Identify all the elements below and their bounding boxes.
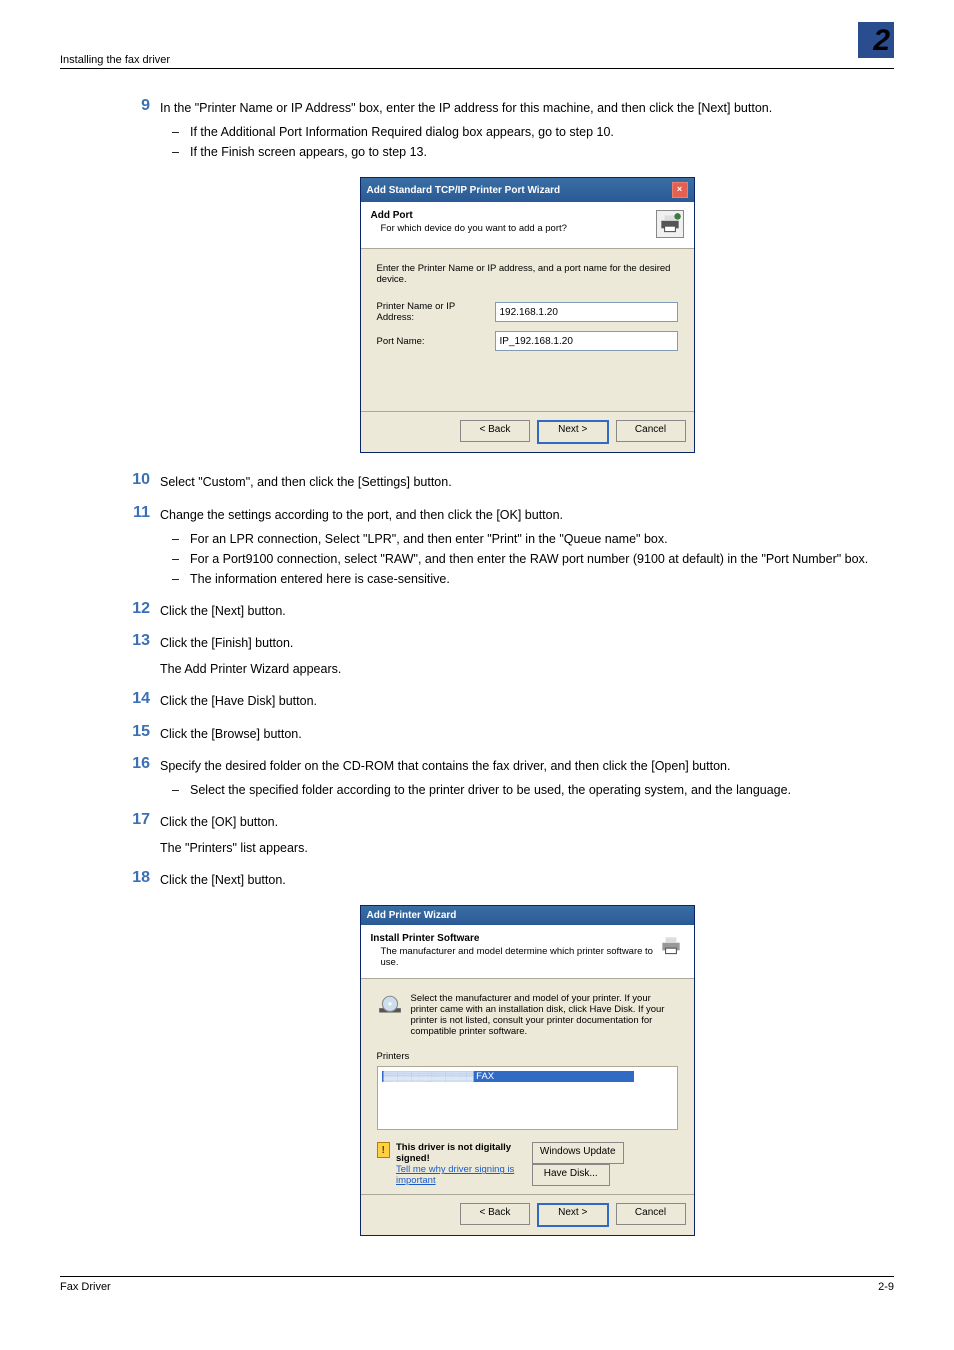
port-name-input[interactable] bbox=[495, 331, 678, 351]
add-printer-wizard-dialog: Add Printer Wizard Install Printer Softw… bbox=[160, 905, 894, 1236]
step-text: Click the [Next] button. bbox=[160, 602, 894, 620]
driver-warning-text: This driver is not digitally signed! bbox=[396, 1142, 511, 1164]
step-text: Specify the desired folder on the CD-ROM… bbox=[160, 757, 894, 775]
step-extra: The "Printers" list appears. bbox=[160, 839, 894, 857]
dialog-instruction: Enter the Printer Name or IP address, an… bbox=[377, 263, 678, 285]
step-11: 11 Change the settings according to the … bbox=[160, 506, 894, 589]
header-section-title: Installing the fax driver bbox=[60, 54, 170, 66]
step-text: In the "Printer Name or IP Address" box,… bbox=[160, 99, 894, 117]
step-12: 12 Click the [Next] button. bbox=[160, 602, 894, 620]
step-number: 14 bbox=[120, 690, 150, 708]
printer-name-label: Printer Name or IP Address: bbox=[377, 301, 495, 323]
step-15: 15 Click the [Browse] button. bbox=[160, 725, 894, 743]
step-text: Click the [OK] button. bbox=[160, 815, 278, 829]
have-disk-button[interactable]: Have Disk... bbox=[532, 1164, 610, 1186]
step-number: 10 bbox=[120, 471, 150, 489]
warning-icon: ! bbox=[377, 1142, 390, 1158]
step-number: 9 bbox=[120, 97, 150, 115]
printer-name-input[interactable] bbox=[495, 302, 678, 322]
step-extra: The Add Printer Wizard appears. bbox=[160, 660, 894, 678]
step-number: 17 bbox=[120, 811, 150, 829]
page-footer: Fax Driver 2-9 bbox=[60, 1276, 894, 1293]
step-9: 9 In the "Printer Name or IP Address" bo… bbox=[160, 99, 894, 161]
footer-page-number: 2-9 bbox=[878, 1281, 894, 1293]
step-subitem: If the Additional Port Information Requi… bbox=[160, 123, 894, 141]
cancel-button[interactable]: Cancel bbox=[616, 1203, 686, 1225]
dialog-subheading: For which device do you want to add a po… bbox=[381, 223, 567, 234]
dialog-heading: Add Port bbox=[371, 210, 413, 221]
step-number: 15 bbox=[120, 723, 150, 741]
step-text: Click the [Have Disk] button. bbox=[160, 692, 894, 710]
step-16: 16 Specify the desired folder on the CD-… bbox=[160, 757, 894, 799]
step-10: 10 Select "Custom", and then click the [… bbox=[160, 473, 894, 491]
disk-icon bbox=[377, 993, 403, 1037]
step-text: Change the settings according to the por… bbox=[160, 506, 894, 524]
header-chapter-badge: 2 bbox=[854, 30, 894, 66]
step-number: 11 bbox=[120, 504, 150, 522]
step-text: Click the [Next] button. bbox=[160, 871, 894, 889]
step-14: 14 Click the [Have Disk] button. bbox=[160, 692, 894, 710]
next-button[interactable]: Next > bbox=[537, 420, 609, 444]
step-text: Select "Custom", and then click the [Set… bbox=[160, 473, 894, 491]
printers-list-item: FAX bbox=[476, 1071, 494, 1082]
step-18: 18 Click the [Next] button. bbox=[160, 871, 894, 889]
next-button[interactable]: Next > bbox=[537, 1203, 609, 1227]
step-number: 18 bbox=[120, 869, 150, 887]
close-icon[interactable]: × bbox=[672, 182, 688, 198]
step-text: Click the [Browse] button. bbox=[160, 725, 894, 743]
step-text: Click the [Finish] button. bbox=[160, 636, 293, 650]
dialog-title: Add Printer Wizard bbox=[367, 910, 457, 921]
windows-update-button[interactable]: Windows Update bbox=[532, 1142, 624, 1164]
back-button[interactable]: < Back bbox=[460, 420, 530, 442]
back-button[interactable]: < Back bbox=[460, 1203, 530, 1225]
printers-list-label: Printers bbox=[377, 1051, 678, 1062]
step-subitem: Select the specified folder according to… bbox=[160, 781, 894, 799]
footer-left: Fax Driver bbox=[60, 1281, 111, 1293]
step-subitem: For an LPR connection, Select "LPR", and… bbox=[160, 530, 894, 548]
printer-icon bbox=[658, 933, 684, 959]
step-17: 17 Click the [OK] button. The "Printers"… bbox=[160, 813, 894, 857]
step-13: 13 Click the [Finish] button. The Add Pr… bbox=[160, 634, 894, 678]
printers-listbox[interactable]: ▓▓▓▓▓▓▓▓▓▓▓▓▓ FAX bbox=[377, 1066, 678, 1130]
driver-signing-link[interactable]: Tell me why driver signing is important bbox=[396, 1164, 514, 1186]
dialog-heading: Install Printer Software bbox=[371, 933, 480, 944]
port-name-label: Port Name: bbox=[377, 336, 495, 347]
chapter-number: 2 bbox=[873, 24, 890, 58]
step-subitem: For a Port9100 connection, select "RAW",… bbox=[160, 550, 894, 568]
step-number: 16 bbox=[120, 755, 150, 773]
step-number: 12 bbox=[120, 600, 150, 618]
cancel-button[interactable]: Cancel bbox=[616, 420, 686, 442]
dialog-title: Add Standard TCP/IP Printer Port Wizard bbox=[367, 185, 561, 196]
step-number: 13 bbox=[120, 632, 150, 650]
page-header: Installing the fax driver 2 bbox=[60, 30, 894, 69]
printer-network-icon bbox=[656, 210, 684, 238]
step-subitem: If the Finish screen appears, go to step… bbox=[160, 143, 894, 161]
dialog-instruction: Select the manufacturer and model of you… bbox=[411, 993, 678, 1037]
dialog-subheading: The manufacturer and model determine whi… bbox=[381, 946, 658, 968]
step-subitem: The information entered here is case-sen… bbox=[160, 570, 894, 588]
add-port-wizard-dialog: Add Standard TCP/IP Printer Port Wizard … bbox=[160, 177, 894, 453]
